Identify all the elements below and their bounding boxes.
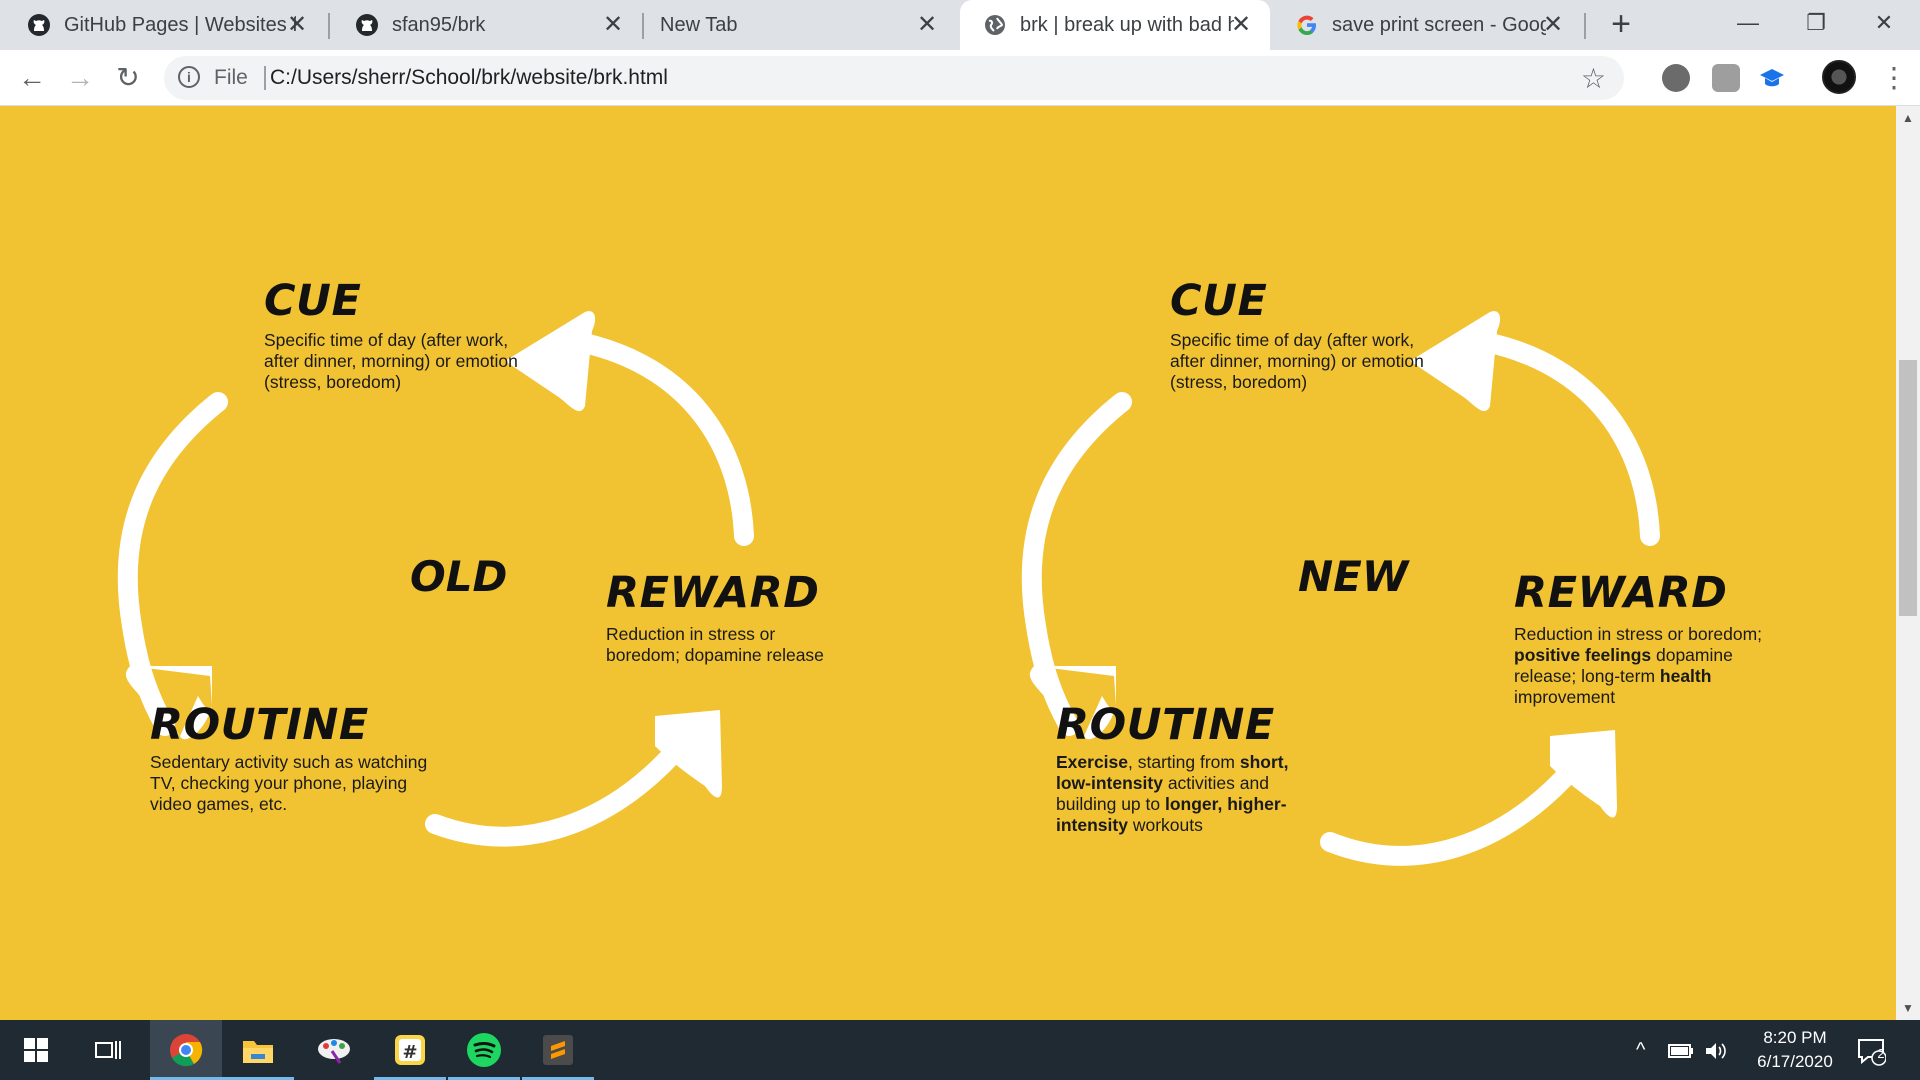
info-icon[interactable]: i — [178, 66, 200, 88]
old-reward-text: Reduction in stress or boredom; dopamine… — [606, 624, 824, 665]
tab-separator — [642, 13, 644, 39]
chrome-icon[interactable] — [150, 1020, 222, 1080]
tab-title: brk | break up with bad hab — [1020, 13, 1234, 36]
new-routine-title: ROUTINE — [1056, 700, 1275, 750]
task-view-icon[interactable] — [72, 1020, 144, 1080]
url-scheme: File — [214, 66, 248, 89]
scroll-up-icon[interactable]: ▲ — [1902, 112, 1914, 124]
clock-time: 8:20 PM — [1763, 1028, 1827, 1047]
new-reward-text-3: improvement — [1514, 687, 1616, 707]
battery-icon[interactable] — [1668, 1020, 1694, 1080]
tab-title: GitHub Pages | Websites for — [64, 13, 296, 36]
new-routine-text-1: , starting from — [1128, 752, 1240, 772]
url-text[interactable]: C:/Users/sherr/School/brk/website/brk.ht… — [270, 66, 668, 90]
windows-start-icon[interactable] — [0, 1020, 72, 1080]
system-clock[interactable]: 8:20 PM 6/17/2020 — [1740, 1026, 1850, 1074]
github-icon — [354, 12, 380, 38]
close-window-button[interactable]: ✕ — [1864, 6, 1904, 40]
new-routine-text-3: workouts — [1127, 815, 1203, 835]
svg-text:#: # — [402, 1042, 417, 1063]
old-cue-text: Specific time of day (after work, after … — [264, 330, 518, 392]
old-reward-title: REWARD — [606, 568, 820, 618]
new-cue-title: CUE — [1170, 276, 1268, 326]
new-reward-bold-2: health — [1659, 666, 1712, 686]
address-bar[interactable]: i File C:/Users/sherr/School/brk/website… — [164, 56, 1624, 100]
tab-google-search[interactable]: save print screen - Google ✕ — [1272, 0, 1582, 50]
new-reward-text-1: Reduction in stress or boredom; — [1514, 624, 1763, 644]
close-tab-icon[interactable]: ✕ — [284, 12, 310, 38]
forward-button[interactable]: → — [62, 60, 98, 96]
volume-icon[interactable] — [1704, 1020, 1728, 1080]
tab-github-pages[interactable]: GitHub Pages | Websites for ✕ — [4, 0, 326, 50]
page-viewport: CUE Specific time of day (after work, af… — [0, 106, 1896, 1020]
paint-icon[interactable] — [298, 1020, 370, 1080]
arrowhead-reward — [655, 710, 722, 798]
scroll-thumb[interactable] — [1899, 360, 1917, 616]
habit-loop-arrows — [117, 311, 1660, 866]
new-cue-text: Specific time of day (after work, after … — [1170, 330, 1424, 392]
clock-date: 6/17/2020 — [1757, 1052, 1833, 1071]
action-center-icon[interactable]: 2 — [1856, 1020, 1887, 1080]
arrow-cue-to-routine-new — [1021, 392, 1132, 736]
arrow-reward-to-cue — [570, 332, 754, 546]
menu-kebab-icon[interactable]: ⋮ — [1880, 60, 1908, 96]
old-routine-text: Sedentary activity such as watching TV, … — [150, 752, 428, 814]
tab-brk-active[interactable]: brk | break up with bad hab ✕ — [960, 0, 1270, 50]
github-icon — [26, 12, 52, 38]
page-scrollbar[interactable]: ▲ ▼ — [1896, 106, 1920, 1020]
arrow-cue-to-routine — [117, 392, 228, 736]
tab-strip: GitHub Pages | Websites for ✕ sfan95/brk… — [0, 0, 1920, 50]
close-tab-icon[interactable]: ✕ — [1540, 12, 1566, 38]
new-reward-bold-1: positive feelings — [1514, 645, 1652, 665]
file-explorer-icon[interactable] — [222, 1020, 294, 1080]
extension-icon[interactable] — [1712, 64, 1740, 92]
scroll-down-icon[interactable]: ▼ — [1902, 1002, 1914, 1014]
back-button[interactable]: ← — [14, 60, 50, 96]
arrow-routine-to-reward-new — [1320, 756, 1585, 866]
spotify-icon[interactable] — [448, 1020, 520, 1080]
windows-taskbar: # ^ 8:20 PM 6/17/2020 2 — [0, 1020, 1920, 1080]
notification-count: 2 — [1877, 1046, 1885, 1061]
tab-new-tab[interactable]: New Tab ✕ — [646, 0, 956, 50]
tab-title: save print screen - Google — [1332, 13, 1546, 36]
close-tab-icon[interactable]: ✕ — [600, 12, 626, 38]
new-tab-button[interactable]: + — [1604, 7, 1638, 42]
graduation-cap-extension-icon[interactable] — [1758, 64, 1786, 92]
arrow-reward-to-cue-new — [1476, 332, 1660, 546]
old-loop-label: OLD — [410, 552, 508, 601]
new-reward-text: Reduction in stress or boredom; positive… — [1514, 624, 1764, 708]
browser-toolbar: ← → ↻ i File C:/Users/sherr/School/brk/w… — [0, 50, 1920, 106]
new-loop-label: NEW — [1298, 552, 1409, 601]
new-routine-text: Exercise, starting from short, low-inten… — [1056, 752, 1306, 836]
arrowhead-reward-new — [1550, 730, 1617, 818]
tab-separator — [1584, 13, 1586, 39]
reload-button[interactable]: ↻ — [110, 60, 146, 96]
tab-title: sfan95/brk — [392, 13, 486, 36]
old-routine-title: ROUTINE — [150, 700, 369, 750]
close-tab-icon[interactable]: ✕ — [914, 12, 940, 38]
url-divider — [264, 66, 266, 90]
slack-icon[interactable]: # — [374, 1020, 446, 1080]
close-tab-icon[interactable]: ✕ — [1228, 12, 1254, 38]
old-cue-title: CUE — [264, 276, 362, 326]
new-routine-bold-1: Exercise — [1056, 752, 1129, 772]
tab-title: New Tab — [660, 13, 738, 36]
new-reward-title: REWARD — [1514, 568, 1728, 618]
show-hidden-icons[interactable]: ^ — [1636, 1020, 1645, 1080]
bookmark-star-icon[interactable]: ☆ — [1581, 62, 1606, 95]
google-icon — [1294, 12, 1320, 38]
restore-button[interactable]: ❐ — [1796, 6, 1836, 40]
arrow-routine-to-reward — [425, 736, 690, 847]
tab-sfan95-brk[interactable]: sfan95/brk ✕ — [332, 0, 642, 50]
profile-avatar[interactable] — [1822, 60, 1856, 94]
news-extension-icon[interactable] — [1662, 64, 1690, 92]
globe-icon — [982, 12, 1008, 38]
sublime-text-icon[interactable] — [522, 1020, 594, 1080]
tab-separator — [328, 13, 330, 39]
minimize-button[interactable]: — — [1728, 6, 1768, 40]
